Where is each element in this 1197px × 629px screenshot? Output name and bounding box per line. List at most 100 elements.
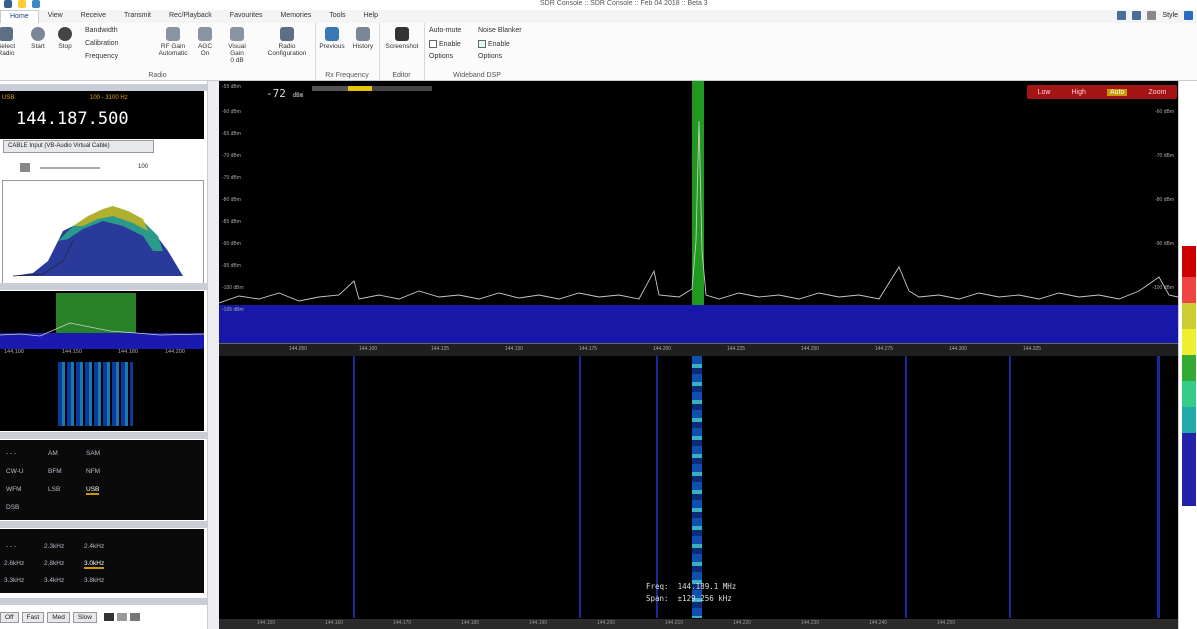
noise-blanker-enable[interactable]: Enable	[478, 40, 510, 48]
filter-2-6[interactable]: 2.6kHz	[4, 560, 24, 567]
volume-slider[interactable]	[40, 167, 100, 169]
ribbon-tabs: Home View Receive Transmit Rec/Playback …	[0, 10, 1197, 24]
history-button[interactable]: History	[349, 27, 377, 50]
tab-transmit[interactable]: Transmit	[115, 10, 160, 23]
group-radio-caption: Radio	[148, 72, 167, 79]
filter-2-8[interactable]: 2.8kHz	[44, 560, 64, 567]
s-meter-bar	[312, 86, 432, 91]
filter-3-3[interactable]: 3.3kHz	[4, 577, 24, 584]
vfo-frequency[interactable]: 144.187.500	[16, 109, 129, 129]
agc-off-button[interactable]: Off	[0, 611, 19, 623]
save-icon[interactable]	[18, 0, 26, 8]
ribbon: Select Radio Start Stop Bandwidth Calibr…	[0, 23, 531, 81]
noise-blanker-options[interactable]: Options	[478, 53, 502, 60]
mini-waterfall	[0, 359, 204, 431]
settings-icon[interactable]	[1147, 11, 1157, 20]
screenshot-button[interactable]: Screenshot	[382, 27, 422, 50]
cursor-frequency: Freq: 144.189.1 MHz	[646, 582, 737, 591]
undo-arrow-icon[interactable]	[103, 613, 114, 621]
mode-am[interactable]: AM	[48, 450, 58, 457]
top-right-controls: Style	[1117, 11, 1193, 20]
zoom-high-button[interactable]: High	[1072, 89, 1086, 96]
spectrum-display[interactable]: -55 dBm -60 dBm -65 dBm -70 dBm -75 dBm …	[219, 81, 1178, 343]
previous-button[interactable]: Previous	[318, 27, 346, 50]
zoom-low-button[interactable]: Low	[1038, 89, 1051, 96]
mode-bfm[interactable]: BFM	[48, 468, 62, 475]
automute-enable[interactable]: Enable	[429, 40, 461, 48]
agc-med-button[interactable]: Med	[47, 611, 70, 623]
tab-help[interactable]: Help	[355, 10, 387, 23]
calibration-button[interactable]: Calibration	[85, 40, 118, 47]
select-radio-button[interactable]: Select Radio	[0, 27, 16, 57]
history-icon	[356, 27, 370, 41]
mode-sam[interactable]: SAM	[86, 450, 100, 457]
agc-slow-button[interactable]: Slow	[72, 611, 97, 623]
agc-button[interactable]: AGC On	[193, 27, 217, 57]
zoom-button[interactable]: Zoom	[1149, 89, 1167, 96]
color-scale[interactable]	[1182, 246, 1196, 506]
title-bar: SDR Console :: SDR Console :: Feb 04 201…	[0, 0, 1197, 10]
group-radio: Select Radio Start Stop Bandwidth Calibr…	[0, 23, 316, 80]
undo-icon[interactable]	[32, 0, 40, 8]
group-editor: Screenshot Editor	[379, 23, 425, 80]
display-panel-titlebar	[0, 283, 207, 290]
spectrum-trace	[219, 81, 1178, 343]
mode-panel: - - - AM SAM CW-U BFM NFM WFM LSB USB DS…	[0, 440, 204, 520]
start-button[interactable]: Start	[27, 27, 49, 50]
tab-view[interactable]: View	[39, 10, 72, 23]
filter-3-0[interactable]: 3.0kHz	[84, 560, 105, 569]
speaker-icon[interactable]	[20, 163, 30, 172]
cursor-readout: Freq: 144.189.1 MHz Span: ±129.256 kHz	[646, 581, 736, 605]
tab-receive[interactable]: Receive	[72, 10, 115, 23]
mini-spectrum[interactable]	[0, 291, 204, 349]
audio-spectrum-panel	[2, 180, 204, 284]
agc-panel-titlebar	[0, 598, 207, 605]
tab-tools[interactable]: Tools	[320, 10, 354, 23]
bandwidth-indicator: 100 - 3100 Hz	[90, 95, 128, 101]
mode-wfm[interactable]: WFM	[6, 486, 22, 493]
mode-nfm[interactable]: NFM	[86, 468, 100, 475]
filter-3-8[interactable]: 3.8kHz	[84, 577, 104, 584]
checkbox-checked-icon	[478, 40, 486, 48]
tab-rec-playback[interactable]: Rec/Playback	[160, 10, 221, 23]
mini-waterfall-signal	[58, 362, 133, 426]
group-wideband-dsp: Auto-mute Enable Options Noise Blanker E…	[424, 23, 531, 80]
graph-icon[interactable]	[129, 613, 140, 621]
bandwidth-button[interactable]: Bandwidth	[85, 27, 118, 34]
config-icon	[280, 27, 294, 41]
mode-usb[interactable]: USB	[86, 486, 100, 495]
filter-3-4[interactable]: 3.4kHz	[44, 577, 64, 584]
left-panel-scrollbar[interactable]	[207, 81, 219, 629]
audio-spectrum-chart	[12, 206, 183, 277]
frequency-button[interactable]: Frequency	[85, 53, 118, 60]
filter-panel-titlebar	[0, 521, 207, 528]
tab-memories[interactable]: Memories	[271, 10, 320, 23]
checkbox-icon	[429, 40, 437, 48]
mode-cw-u[interactable]: CW-U	[6, 468, 24, 475]
rf-gain-button[interactable]: RF Gain Automatic	[158, 27, 188, 57]
group-rx-frequency: Previous History Rx Frequency	[315, 23, 380, 80]
stop-button[interactable]: Stop	[54, 27, 76, 50]
filter-2-4[interactable]: 2.4kHz	[84, 543, 104, 550]
tab-favourites[interactable]: Favourites	[221, 10, 272, 23]
frequency-display[interactable]: USB 100 - 3100 Hz 144.187.500	[0, 91, 204, 139]
radio-configuration-button[interactable]: Radio Configuration	[262, 27, 312, 57]
link-icon[interactable]	[116, 613, 127, 621]
visual-gain-icon	[230, 27, 244, 41]
mode-lsb[interactable]: LSB	[48, 486, 60, 493]
tab-home[interactable]: Home	[0, 10, 39, 24]
audio-input-select[interactable]: CABLE Input (VB-Audio Virtual Cable)	[3, 140, 154, 153]
automute-options[interactable]: Options	[429, 53, 453, 60]
zoom-auto-button[interactable]: Auto	[1107, 88, 1128, 96]
help-icon[interactable]	[1184, 11, 1193, 20]
waterfall-signal	[692, 356, 702, 618]
agc-icon	[198, 27, 212, 41]
gain-icon	[166, 27, 180, 41]
agc-fast-button[interactable]: Fast	[21, 611, 45, 623]
panel-icon[interactable]	[1132, 11, 1142, 20]
visual-gain-button[interactable]: Visual Gain 0 dB	[222, 27, 252, 64]
style-menu[interactable]: Style	[1162, 12, 1178, 19]
layout-icon[interactable]	[1117, 11, 1127, 20]
mode-dsb[interactable]: DSB	[6, 504, 19, 511]
filter-2-3[interactable]: 2.3kHz	[44, 543, 64, 550]
